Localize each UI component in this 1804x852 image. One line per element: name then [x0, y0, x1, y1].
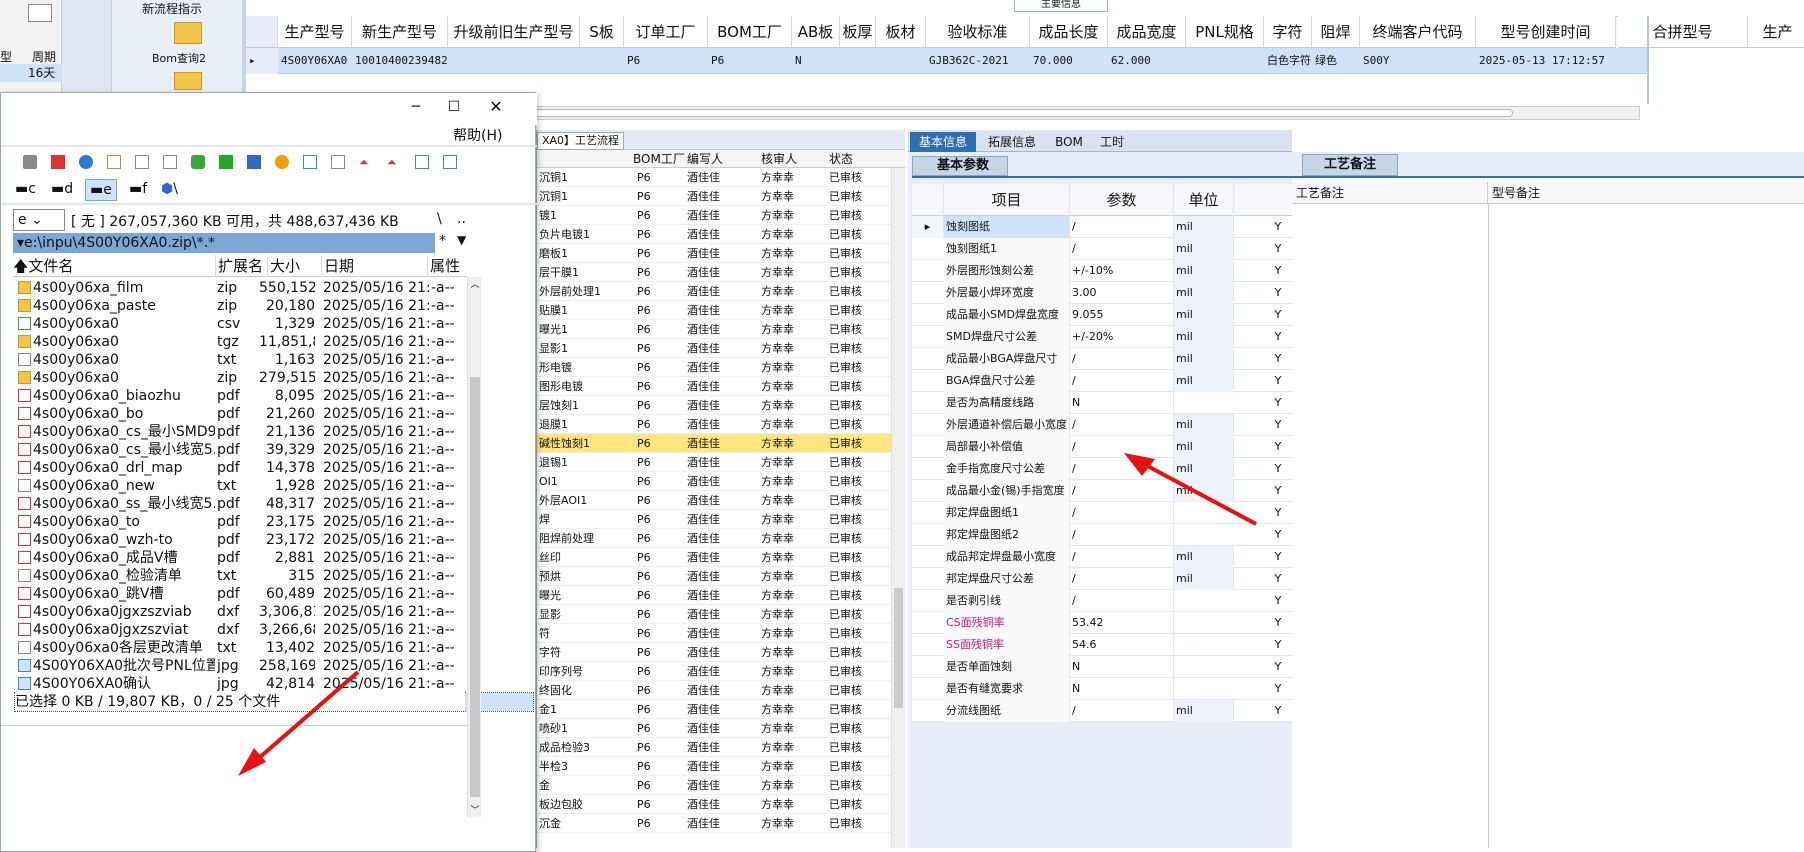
red-arrow-file — [250, 670, 360, 766]
arrowhead-icon — [1124, 453, 1155, 476]
red-arrow-params — [1139, 460, 1257, 526]
arrowhead-icon — [238, 748, 266, 776]
annotation-arrows — [238, 453, 1257, 776]
